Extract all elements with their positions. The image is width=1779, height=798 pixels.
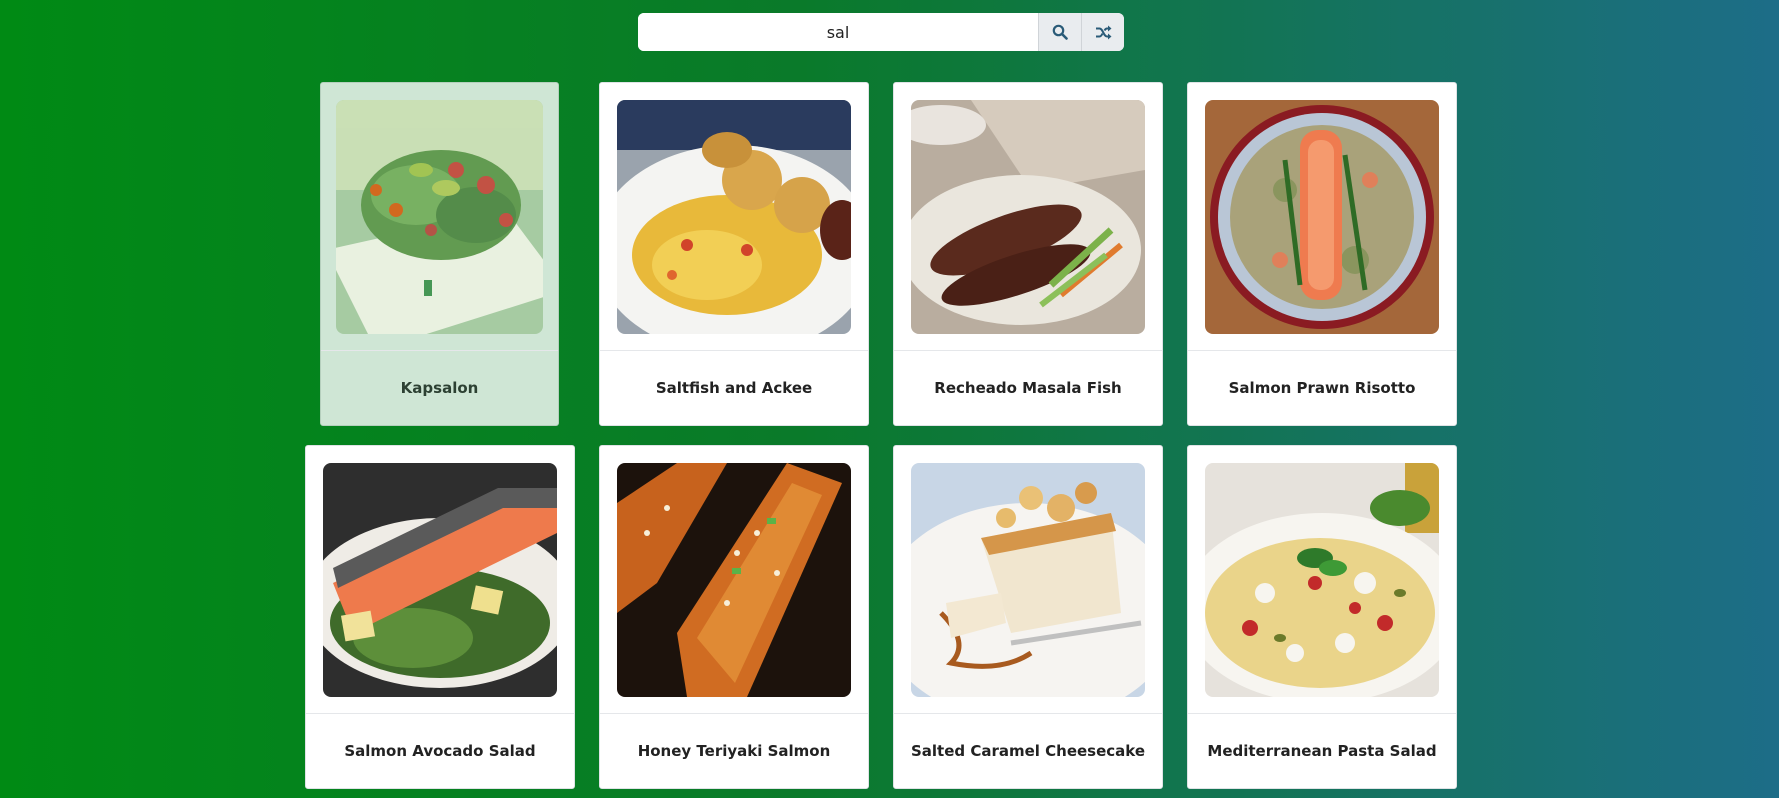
- meal-title: Salmon Avocado Salad: [344, 742, 536, 760]
- teriyaki-salmon-photo: [617, 463, 851, 697]
- meal-card[interactable]: Salted Caramel Cheesecake: [893, 445, 1163, 789]
- meal-card[interactable]: Recheado Masala Fish: [893, 82, 1163, 426]
- meal-title: Saltfish and Ackee: [655, 379, 813, 397]
- saltfish-ackee-photo: [617, 100, 851, 334]
- meal-title: Recheado Masala Fish: [934, 379, 1122, 397]
- caramel-cheesecake-photo: [911, 463, 1145, 697]
- meal-title: Honey Teriyaki Salmon: [637, 742, 831, 760]
- meal-card[interactable]: Kapsalon: [320, 82, 559, 426]
- meals-grid: Kapsalon Saltfish and Ackee Recheado Mas…: [0, 0, 1779, 798]
- kapsalon-photo: [336, 100, 543, 334]
- meal-card[interactable]: Saltfish and Ackee: [599, 82, 869, 426]
- meal-title: Salted Caramel Cheesecake: [910, 742, 1146, 760]
- meal-card[interactable]: Mediterranean Pasta Salad: [1187, 445, 1457, 789]
- masala-fish-photo: [911, 100, 1145, 334]
- salmon-avocado-photo: [323, 463, 557, 697]
- pasta-salad-photo: [1205, 463, 1439, 697]
- meal-card[interactable]: Salmon Prawn Risotto: [1187, 82, 1457, 426]
- meal-card[interactable]: Honey Teriyaki Salmon: [599, 445, 869, 789]
- meal-title: Kapsalon: [400, 379, 479, 397]
- meal-title: Salmon Prawn Risotto: [1228, 379, 1416, 397]
- meal-title: Mediterranean Pasta Salad: [1207, 742, 1437, 760]
- meal-card[interactable]: Salmon Avocado Salad: [305, 445, 575, 789]
- salmon-risotto-photo: [1205, 100, 1439, 334]
